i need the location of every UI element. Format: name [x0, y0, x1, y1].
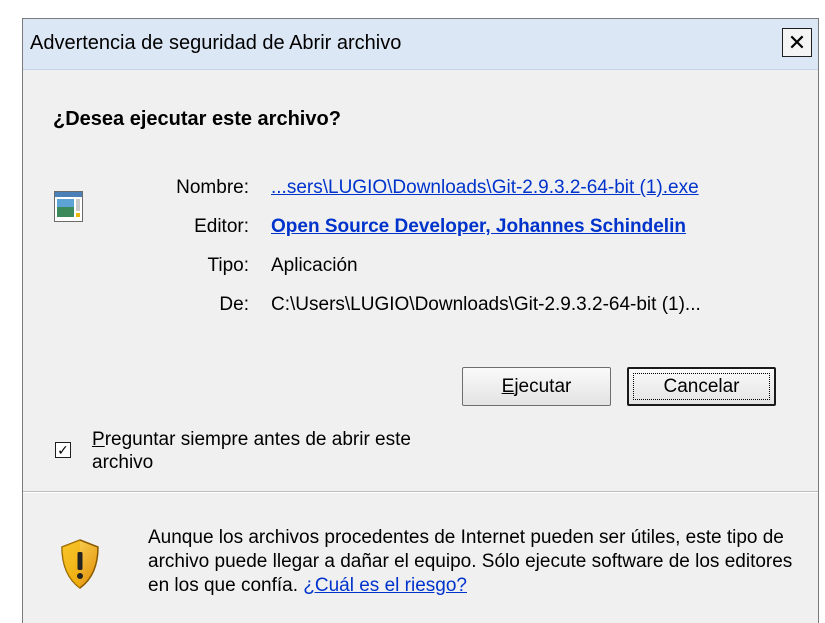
risk-link[interactable]: ¿Cuál es el riesgo?	[303, 575, 467, 596]
file-name-label: Nombre:	[176, 177, 249, 198]
title-bar[interactable]: Advertencia de seguridad de Abrir archiv…	[23, 19, 818, 70]
always-ask-checkbox[interactable]: ✓	[55, 442, 71, 458]
close-icon: ✕	[787, 29, 807, 55]
publisher-link[interactable]: Open Source Developer, Johannes Schindel…	[271, 216, 686, 238]
type-label: Tipo:	[207, 255, 249, 276]
cancel-button[interactable]: Cancelar	[627, 367, 776, 406]
type-value: Aplicación	[271, 255, 358, 276]
cancel-focus-ring: Cancelar	[633, 373, 770, 400]
run-file-question: ¿Desea ejecutar este archivo?	[53, 108, 341, 130]
source-value: C:\Users\LUGIO\Downloads\Git-2.9.3.2-64-…	[271, 294, 701, 315]
cancel-button-label: Cancelar	[663, 375, 740, 397]
publisher-label: Editor:	[194, 216, 249, 237]
security-shield-icon	[61, 539, 99, 589]
window-title: Advertencia de seguridad de Abrir archiv…	[30, 32, 402, 54]
close-button[interactable]: ✕	[782, 28, 812, 57]
source-label: De:	[219, 294, 249, 315]
security-warning-text: Aunque los archivos procedentes de Inter…	[148, 526, 798, 598]
run-button-label: Ejecutar	[501, 375, 572, 397]
warning-message: Aunque los archivos procedentes de Inter…	[148, 527, 793, 596]
checkmark-icon: ✓	[57, 442, 69, 458]
always-ask-label[interactable]: Preguntar siempre antes de abrir este ar…	[92, 428, 472, 474]
security-warning-dialog: Advertencia de seguridad de Abrir archiv…	[22, 18, 819, 623]
run-button[interactable]: Ejecutar	[462, 367, 611, 406]
separator	[23, 491, 818, 493]
file-name-link[interactable]: ...sers\LUGIO\Downloads\Git-2.9.3.2-64-b…	[271, 177, 699, 199]
